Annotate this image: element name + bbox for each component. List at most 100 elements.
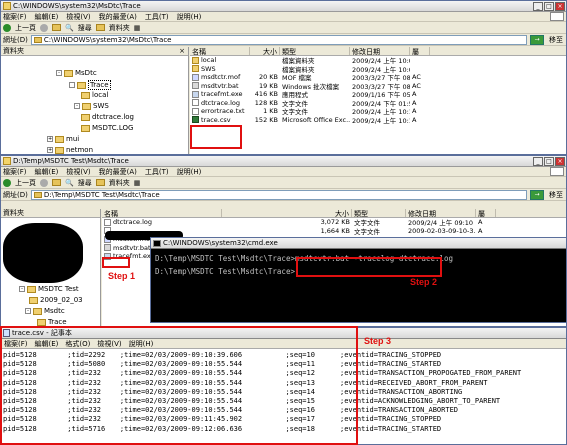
csv-field: ;eventid=TRACING_STARTED (340, 360, 442, 369)
top-title-bar[interactable]: C:\WINDOWS\system32\MsDtc\Trace _ □ × (1, 1, 566, 12)
tree-item-msdtc[interactable]: - Msdtc (25, 307, 65, 315)
close-pane-icon[interactable]: × (179, 47, 185, 55)
tree-item-msdtc[interactable]: - MsDtc (56, 69, 97, 77)
views-icon[interactable]: ▦ (134, 24, 141, 32)
back-arrow-icon[interactable] (3, 23, 11, 32)
folder-icon (81, 113, 90, 121)
tree-item-trace[interactable]: Trace (69, 80, 111, 90)
highlight-notepad (0, 326, 358, 445)
minimize-button[interactable]: _ (533, 1, 543, 11)
address-input[interactable]: D:\Temp\MSDTC Test\Msdtc\Trace (30, 189, 527, 200)
col-size[interactable]: 大小 (222, 209, 352, 217)
address-label: 網址(D) (3, 35, 28, 44)
views-icon[interactable]: ▦ (134, 179, 141, 187)
tree-item-2009-02-03[interactable]: 2009_02_03 (29, 296, 83, 304)
folder-icon (3, 157, 11, 165)
menu-favorites[interactable]: 我的最愛(A) (99, 12, 137, 22)
search-button[interactable]: 搜尋 (78, 178, 92, 188)
back-button[interactable]: 上一頁 (15, 23, 36, 33)
col-name[interactable]: 名稱 (102, 209, 222, 217)
windows-flag-icon (550, 12, 564, 21)
folder-icon (81, 124, 90, 132)
menu-tools[interactable]: 工具(T) (145, 167, 169, 177)
menu-tools[interactable]: 工具(T) (145, 12, 169, 22)
col-type[interactable]: 類型 (352, 209, 406, 217)
mid-folder-tree: 資料夾 - MSDTC Test 2009_02_03 - Msdtc Trace (1, 209, 101, 326)
windows-flag-icon (550, 167, 564, 176)
col-attr[interactable]: 屬 (476, 209, 496, 217)
file-size: 1,664 KB (320, 226, 350, 235)
menu-favorites[interactable]: 我的最愛(A) (99, 167, 137, 177)
file-row[interactable]: dtctrace.log 3,072 KB 文字文件 2009/2/4 上午 09:1… (102, 218, 566, 227)
menu-file[interactable]: 檔案(F) (3, 167, 27, 177)
tree-item-msdtc-test[interactable]: - MSDTC Test (19, 285, 79, 293)
tree-item-trace[interactable]: Trace (37, 318, 67, 326)
menu-edit[interactable]: 編輯(E) (35, 167, 59, 177)
menu-help[interactable]: 說明(H) (177, 167, 202, 177)
file-name: tracefmt.exe (201, 90, 243, 99)
close-button[interactable]: × (555, 1, 565, 11)
go-label[interactable]: 移至 (549, 35, 563, 45)
folder-icon (29, 296, 38, 304)
mid-address-bar: 網址(D) D:\Temp\MSDTC Test\Msdtc\Trace → 移… (1, 189, 566, 201)
tree-item-dtctrace-log[interactable]: dtctrace.log (81, 113, 134, 121)
mid-title-bar[interactable]: D:\Temp\MSDTC Test\Msdtc\Trace _ □ × (1, 156, 566, 167)
folders-button[interactable]: 資料夾 (109, 178, 130, 188)
folder-file-icon (192, 65, 199, 73)
go-button[interactable]: → (530, 34, 544, 45)
folders-icon[interactable] (95, 24, 105, 31)
maximize-button[interactable]: □ (544, 1, 554, 11)
search-icon[interactable]: 🔍 (65, 24, 74, 32)
back-button[interactable]: 上一頁 (15, 178, 36, 188)
forward-arrow-icon[interactable] (40, 23, 48, 32)
maximize-button[interactable]: □ (544, 156, 554, 166)
tree-item-mui[interactable]: + mui (47, 135, 79, 143)
go-button[interactable]: → (530, 189, 544, 200)
folders-button[interactable]: 資料夾 (109, 23, 130, 33)
cmd-prompt-2: D:\Temp\MSDTC Test\Msdtc\Trace> (155, 267, 295, 276)
file-type: 文字文件 (354, 227, 380, 236)
tree-item-sws[interactable]: - SWS (74, 102, 109, 110)
forward-arrow-icon[interactable] (40, 178, 48, 187)
folder-icon (33, 307, 42, 315)
window-title: D:\Temp\MSDTC Test\Msdtc\Trace (13, 157, 129, 165)
tree-item-local[interactable]: local (81, 91, 108, 99)
mof-file-icon (192, 73, 199, 81)
minimize-button[interactable]: _ (533, 156, 543, 166)
tree-item-netmon[interactable]: + netmon (47, 146, 93, 154)
close-button[interactable]: × (555, 156, 565, 166)
up-folder-icon[interactable] (52, 24, 61, 31)
col-attr[interactable]: 屬 (410, 47, 430, 55)
folder-icon (55, 146, 64, 154)
menu-view[interactable]: 檢視(V) (66, 167, 90, 177)
menu-edit[interactable]: 編輯(E) (35, 12, 59, 22)
col-name[interactable]: 名稱 (190, 47, 250, 55)
up-folder-icon[interactable] (52, 179, 61, 186)
cmd-window: C:\WINDOWS\system32\cmd.exe D:\Temp\MSDT… (150, 237, 567, 323)
address-input[interactable]: C:\WINDOWS\system32\MsDtc\Trace (30, 34, 527, 45)
step3-label: Step 3 (364, 336, 392, 346)
tree-item-msdtc-log[interactable]: MSDTC.LOG (81, 124, 133, 132)
file-row[interactable]: trace.csv 152 KB Microsoft Office Exc... 20… (190, 116, 566, 125)
file-attr: A (412, 90, 417, 99)
file-size: 19 KB (258, 81, 278, 90)
file-size: 20 KB (258, 73, 278, 82)
col-date[interactable]: 修改日期 (406, 209, 476, 217)
folders-icon[interactable] (95, 179, 105, 186)
col-size[interactable]: 大小 (250, 47, 280, 55)
search-icon[interactable]: 🔍 (65, 179, 74, 187)
col-type[interactable]: 類型 (280, 47, 350, 55)
col-date[interactable]: 修改日期 (350, 47, 410, 55)
menu-view[interactable]: 檢視(V) (66, 12, 90, 22)
file-name: errortrace.txt (201, 107, 245, 116)
cmd-title-bar[interactable]: C:\WINDOWS\system32\cmd.exe (151, 238, 566, 249)
go-label[interactable]: 移至 (549, 190, 563, 200)
back-arrow-icon[interactable] (3, 178, 11, 187)
search-button[interactable]: 搜尋 (78, 23, 92, 33)
folder-icon (64, 69, 73, 77)
file-size: 128 KB (254, 98, 278, 107)
menu-file[interactable]: 檔案(F) (3, 12, 27, 22)
folder-open-icon (77, 81, 86, 89)
menu-help[interactable]: 說明(H) (177, 12, 202, 22)
csv-field: ;eventid=ACKNOWLEDGING_ABORT_TO_PARENT (340, 397, 501, 406)
